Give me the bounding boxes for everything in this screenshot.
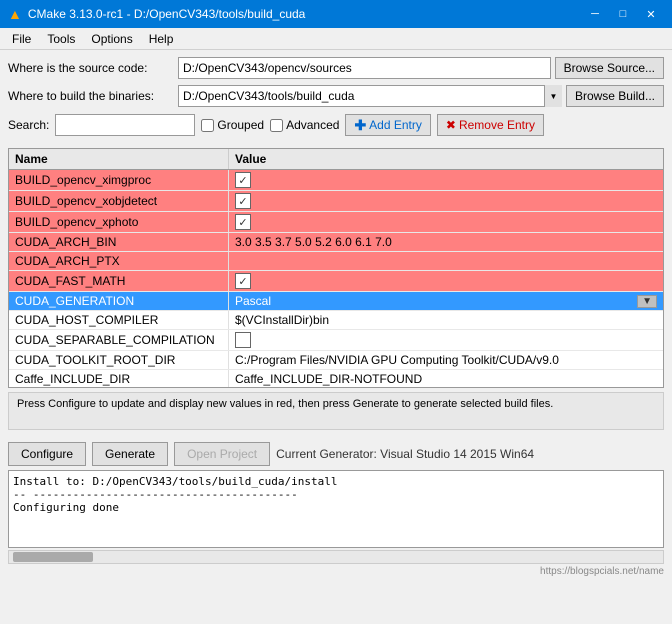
name-cell: BUILD_opencv_ximgproc [9, 170, 229, 190]
advanced-label: Advanced [286, 118, 339, 132]
table-row[interactable]: Caffe_INCLUDE_DIR Caffe_INCLUDE_DIR-NOTF… [9, 370, 663, 388]
log-container[interactable]: Install to: D:/OpenCV343/tools/build_cud… [8, 470, 664, 548]
name-cell: CUDA_TOOLKIT_ROOT_DIR [9, 351, 229, 369]
value-checkbox[interactable] [235, 172, 251, 188]
table-row[interactable]: BUILD_opencv_xobjdetect [9, 191, 663, 212]
open-project-button[interactable]: Open Project [174, 442, 270, 466]
table-header: Name Value [9, 149, 663, 170]
horizontal-scrollbar-area [8, 550, 664, 564]
dropdown-arrow-icon[interactable]: ▼ [637, 295, 657, 308]
status-bar-wrapper: Press Configure to update and display ne… [0, 388, 672, 438]
value-cell [229, 170, 663, 190]
generator-text: Current Generator: Visual Studio 14 2015… [276, 447, 534, 461]
generate-button[interactable]: Generate [92, 442, 168, 466]
value-cell [229, 191, 663, 211]
source-label: Where is the source code: [8, 61, 178, 75]
name-cell: CUDA_FAST_MATH [9, 271, 229, 291]
title-bar: ▲ CMake 3.13.0-rc1 - D:/OpenCV343/tools/… [0, 0, 672, 28]
menu-tools[interactable]: Tools [39, 30, 83, 47]
add-icon: ✚ [354, 117, 366, 134]
value-cell: $(VCInstallDir)bin [229, 311, 663, 329]
name-cell: CUDA_GENERATION [9, 292, 229, 310]
name-cell: CUDA_ARCH_BIN [9, 233, 229, 251]
configure-button[interactable]: Configure [8, 442, 86, 466]
value-cell: 3.0 3.5 3.7 5.0 5.2 6.0 6.1 7.0 [229, 233, 663, 251]
maximize-button[interactable]: □ [610, 4, 636, 24]
table-row[interactable]: CUDA_ARCH_PTX [9, 252, 663, 271]
value-checkbox[interactable] [235, 332, 251, 348]
horizontal-scrollbar[interactable] [8, 550, 664, 564]
name-column-header: Name [9, 149, 229, 169]
value-cell [229, 212, 663, 232]
menu-bar: File Tools Options Help [0, 28, 672, 50]
status-bar: Press Configure to update and display ne… [8, 392, 664, 430]
advanced-checkbox-label[interactable]: Advanced [270, 118, 339, 132]
remove-icon: ✖ [446, 118, 456, 132]
table-row[interactable]: BUILD_opencv_xphoto [9, 212, 663, 233]
advanced-checkbox[interactable] [270, 119, 283, 132]
name-cell: CUDA_SEPARABLE_COMPILATION [9, 330, 229, 350]
search-row: Search: Grouped Advanced ✚ Add Entry ✖ R… [8, 112, 664, 138]
table-row[interactable]: CUDA_ARCH_BIN 3.0 3.5 3.7 5.0 5.2 6.0 6.… [9, 233, 663, 252]
search-input[interactable] [55, 114, 195, 136]
cmake-table[interactable]: Name Value BUILD_opencv_ximgproc BUILD_o… [8, 148, 664, 388]
main-content: Where is the source code: Browse Source.… [0, 50, 672, 148]
source-input[interactable] [178, 57, 551, 79]
value-cell [229, 252, 663, 270]
window-controls: ─ □ ✕ [582, 4, 664, 24]
build-combo-wrapper: ▼ [178, 85, 562, 107]
name-cell: Caffe_INCLUDE_DIR [9, 370, 229, 388]
browse-source-button[interactable]: Browse Source... [555, 57, 664, 79]
value-checkbox[interactable] [235, 273, 251, 289]
scrollbar-thumb[interactable] [13, 552, 93, 562]
name-cell: BUILD_opencv_xphoto [9, 212, 229, 232]
value-cell: C:/Program Files/NVIDIA GPU Computing To… [229, 351, 663, 369]
log-line-1: -- -------------------------------------… [13, 488, 659, 501]
title-bar-title: CMake 3.13.0-rc1 - D:/OpenCV343/tools/bu… [28, 7, 305, 21]
value-checkbox[interactable] [235, 193, 251, 209]
log-line-0: Install to: D:/OpenCV343/tools/build_cud… [13, 475, 659, 488]
menu-options[interactable]: Options [83, 30, 140, 47]
menu-help[interactable]: Help [141, 30, 182, 47]
source-row: Where is the source code: Browse Source.… [8, 56, 664, 80]
grouped-label: Grouped [217, 118, 264, 132]
name-cell: BUILD_opencv_xobjdetect [9, 191, 229, 211]
value-checkbox[interactable] [235, 214, 251, 230]
table-wrapper: Name Value BUILD_opencv_ximgproc BUILD_o… [0, 148, 672, 388]
menu-file[interactable]: File [4, 30, 39, 47]
grouped-checkbox-label[interactable]: Grouped [201, 118, 264, 132]
log-line-3: Configuring done [13, 501, 659, 514]
value-cell [229, 330, 663, 350]
name-cell: CUDA_HOST_COMPILER [9, 311, 229, 329]
close-button[interactable]: ✕ [638, 4, 664, 24]
table-row[interactable]: CUDA_TOOLKIT_ROOT_DIR C:/Program Files/N… [9, 351, 663, 370]
grouped-checkbox[interactable] [201, 119, 214, 132]
url-bar: https://blogspcials.net/name [0, 564, 672, 579]
table-row[interactable]: CUDA_SEPARABLE_COMPILATION [9, 330, 663, 351]
build-row: Where to build the binaries: ▼ Browse Bu… [8, 84, 664, 108]
app-icon: ▲ [8, 6, 22, 22]
value-cell [229, 271, 663, 291]
build-label: Where to build the binaries: [8, 89, 178, 103]
name-cell: CUDA_ARCH_PTX [9, 252, 229, 270]
table-row[interactable]: CUDA_GENERATION Pascal ▼ [9, 292, 663, 311]
build-input[interactable] [178, 85, 562, 107]
minimize-button[interactable]: ─ [582, 4, 608, 24]
table-row[interactable]: BUILD_opencv_ximgproc [9, 170, 663, 191]
browse-build-button[interactable]: Browse Build... [566, 85, 664, 107]
value-cell: Caffe_INCLUDE_DIR-NOTFOUND [229, 370, 663, 388]
table-row[interactable]: CUDA_FAST_MATH [9, 271, 663, 292]
bottom-bar: Configure Generate Open Project Current … [0, 438, 672, 470]
add-entry-button[interactable]: ✚ Add Entry [345, 114, 430, 136]
value-cell: Pascal ▼ [229, 292, 663, 310]
table-row[interactable]: CUDA_HOST_COMPILER $(VCInstallDir)bin [9, 311, 663, 330]
remove-entry-button[interactable]: ✖ Remove Entry [437, 114, 544, 136]
search-label: Search: [8, 118, 49, 132]
value-column-header: Value [229, 149, 663, 169]
